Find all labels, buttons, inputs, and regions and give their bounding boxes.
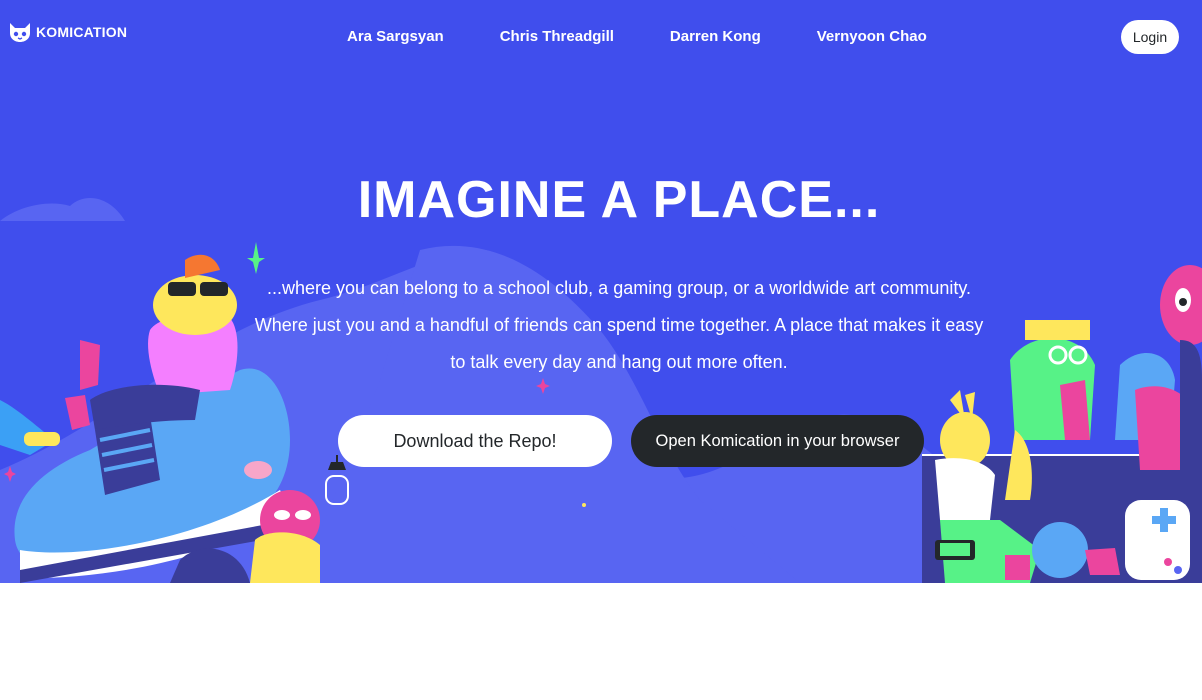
- hero-title: IMAGINE A PLACE...: [357, 171, 881, 229]
- login-button[interactable]: Login: [1121, 20, 1179, 54]
- hero-section: KOMICATION Ara Sargsyan Chris Threadgill…: [0, 0, 1202, 583]
- nav-link-vernyoon-chao[interactable]: Vernyoon Chao: [817, 28, 927, 45]
- nav-link-ara-sargsyan[interactable]: Ara Sargsyan: [347, 28, 444, 45]
- hero-subtitle: ...where you can belong to a school club…: [254, 278, 984, 372]
- nav-link-chris-threadgill[interactable]: Chris Threadgill: [500, 28, 614, 45]
- top-navbar: KOMICATION Ara Sargsyan Chris Threadgill…: [0, 0, 1202, 76]
- nav-links: Ara Sargsyan Chris Threadgill Darren Kon…: [347, 28, 927, 45]
- download-repo-button[interactable]: Download the Repo!: [338, 415, 612, 467]
- nav-link-darren-kong[interactable]: Darren Kong: [670, 28, 761, 45]
- cat-mascot-icon: [10, 23, 30, 42]
- brand-logo[interactable]: KOMICATION: [8, 21, 127, 43]
- open-in-browser-button[interactable]: Open Komication in your browser: [631, 415, 924, 467]
- brand-name: KOMICATION: [36, 24, 128, 40]
